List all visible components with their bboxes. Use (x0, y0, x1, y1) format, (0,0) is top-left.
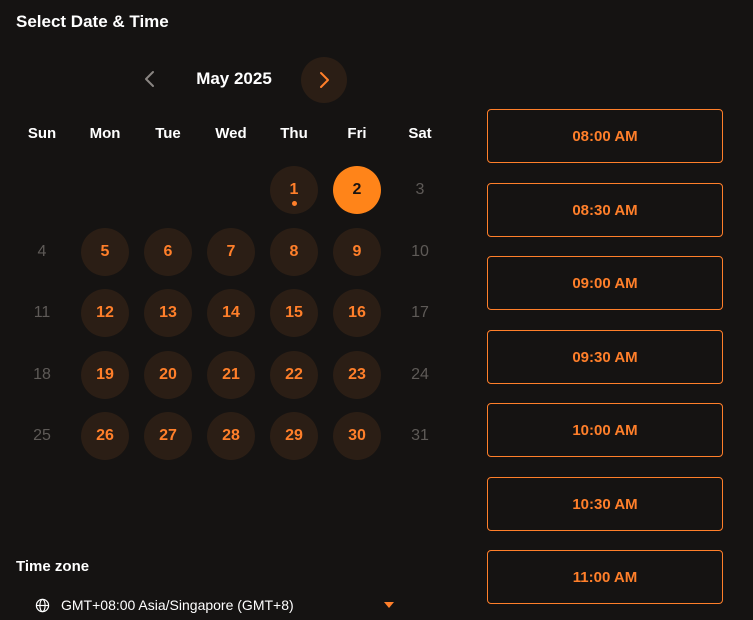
day-20[interactable]: 20 (144, 351, 192, 399)
day-label: 24 (411, 366, 429, 383)
today-indicator-dot (291, 201, 297, 206)
time-slot-button[interactable]: 09:00 AM (487, 256, 723, 310)
day-27[interactable]: 27 (144, 412, 192, 460)
day-label: 10 (411, 243, 429, 260)
day-label: 30 (348, 427, 366, 444)
timezone-value: GMT+08:00 Asia/Singapore (GMT+8) (61, 597, 294, 613)
day-26[interactable]: 26 (81, 412, 129, 460)
day-16[interactable]: 16 (333, 289, 381, 337)
day-label: 25 (33, 427, 51, 444)
day-31: 31 (396, 412, 444, 460)
time-slot-button[interactable]: 10:00 AM (487, 403, 723, 457)
day-label: 11 (33, 304, 51, 321)
day-9[interactable]: 9 (333, 228, 381, 276)
day-label: 12 (96, 304, 114, 321)
chevron-right-icon (320, 72, 329, 88)
prev-month-button[interactable] (135, 64, 165, 94)
day-label: 4 (37, 243, 47, 260)
weekday-thu: Thu (280, 125, 308, 142)
chevron-left-icon (145, 71, 154, 87)
day-28[interactable]: 28 (207, 412, 255, 460)
day-label: 17 (411, 304, 429, 321)
day-label: 13 (159, 304, 177, 321)
day-14[interactable]: 14 (207, 289, 255, 337)
day-label: 22 (285, 366, 303, 383)
day-label: 21 (222, 366, 240, 383)
time-slot-button[interactable]: 08:00 AM (487, 109, 723, 163)
day-label: 15 (285, 304, 303, 321)
day-5[interactable]: 5 (81, 228, 129, 276)
day-30[interactable]: 30 (333, 412, 381, 460)
day-label: 26 (96, 427, 114, 444)
timezone-select[interactable]: GMT+08:00 Asia/Singapore (GMT+8) (30, 592, 402, 618)
day-label: 7 (226, 243, 236, 260)
day-label: 2 (352, 181, 362, 198)
day-1[interactable]: 1 (270, 166, 318, 214)
time-slot-button[interactable]: 10:30 AM (487, 477, 723, 531)
globe-icon (35, 598, 50, 613)
day-label: 14 (222, 304, 240, 321)
day-11: 11 (18, 289, 66, 337)
day-15[interactable]: 15 (270, 289, 318, 337)
day-21[interactable]: 21 (207, 351, 255, 399)
day-25: 25 (18, 412, 66, 460)
day-label: 29 (285, 427, 303, 444)
day-label: 16 (348, 304, 366, 321)
day-2[interactable]: 2 (333, 166, 381, 214)
weekday-sat: Sat (408, 125, 432, 142)
timezone-label: Time zone (16, 558, 90, 575)
day-label: 6 (163, 243, 173, 260)
weekday-sun: Sun (27, 125, 57, 142)
day-18: 18 (18, 351, 66, 399)
day-19[interactable]: 19 (81, 351, 129, 399)
page-title: Select Date & Time (16, 12, 169, 31)
day-label: 31 (411, 427, 429, 444)
day-17: 17 (396, 289, 444, 337)
caret-down-icon (384, 602, 394, 608)
weekday-mon: Mon (89, 125, 121, 142)
time-slot-button[interactable]: 11:00 AM (487, 550, 723, 604)
day-label: 28 (222, 427, 240, 444)
day-label: 27 (159, 427, 177, 444)
day-29[interactable]: 29 (270, 412, 318, 460)
date-time-picker: Select Date & Time May 2025 Sun Mon Tue Wed… (0, 0, 753, 620)
day-10: 10 (396, 228, 444, 276)
day-7[interactable]: 7 (207, 228, 255, 276)
day-label: 23 (348, 366, 366, 383)
day-8[interactable]: 8 (270, 228, 318, 276)
month-label: May 2025 (196, 69, 272, 88)
weekday-fri: Fri (347, 125, 367, 142)
month-navigation: May 2025 (130, 57, 350, 103)
day-4: 4 (18, 228, 66, 276)
day-label: 19 (96, 366, 114, 383)
day-label: 9 (352, 243, 362, 260)
day-22[interactable]: 22 (270, 351, 318, 399)
day-23[interactable]: 23 (333, 351, 381, 399)
weekday-tue: Tue (155, 125, 181, 142)
day-6[interactable]: 6 (144, 228, 192, 276)
day-label: 1 (289, 181, 299, 198)
day-label: 3 (415, 181, 425, 198)
day-label: 5 (100, 243, 110, 260)
day-label: 20 (159, 366, 177, 383)
day-13[interactable]: 13 (144, 289, 192, 337)
weekday-wed: Wed (215, 125, 247, 142)
day-3: 3 (396, 166, 444, 214)
day-12[interactable]: 12 (81, 289, 129, 337)
time-slot-button[interactable]: 09:30 AM (487, 330, 723, 384)
next-month-button[interactable] (301, 57, 347, 103)
time-slot-button[interactable]: 08:30 AM (487, 183, 723, 237)
day-label: 8 (289, 243, 299, 260)
day-label: 18 (33, 366, 51, 383)
day-24: 24 (396, 351, 444, 399)
